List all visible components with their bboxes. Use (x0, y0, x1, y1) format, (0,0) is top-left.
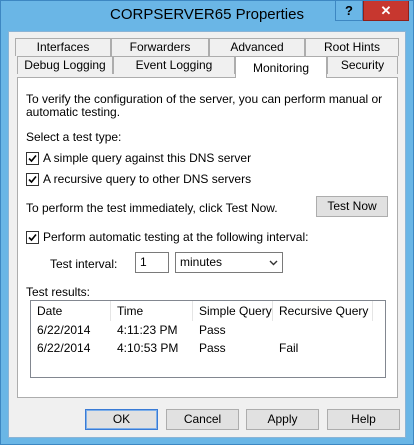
test-results-list[interactable]: Date Time Simple Query Recursive Query 6… (30, 300, 386, 378)
intro-text-line2: automatic testing. (26, 105, 121, 119)
close-button[interactable]: ✕ (363, 1, 409, 21)
intro-text-line1: To verify the configuration of the serve… (26, 92, 383, 106)
cell-recursive-query: Fail (279, 341, 299, 355)
cancel-button[interactable]: Cancel (166, 409, 239, 430)
cell-time: 4:11:23 PM (117, 323, 178, 337)
recursive-query-checkbox[interactable] (26, 173, 39, 186)
test-interval-input[interactable]: 1 (135, 252, 169, 273)
help-button[interactable]: Help (327, 409, 400, 430)
chevron-down-icon (269, 260, 278, 266)
help-title-button[interactable]: ? (335, 1, 363, 21)
recursive-query-label[interactable]: A recursive query to other DNS servers (43, 172, 251, 186)
checkmark-icon (28, 175, 37, 184)
column-header-time[interactable]: Time (111, 301, 193, 321)
simple-query-checkbox[interactable] (26, 152, 39, 165)
apply-button[interactable]: Apply (246, 409, 319, 430)
column-header-date[interactable]: Date (31, 301, 111, 321)
test-interval-label: Test interval: (50, 257, 118, 271)
cell-simple-query: Pass (199, 341, 226, 355)
column-header-simple-query[interactable]: Simple Query (193, 301, 273, 321)
tab-event-logging[interactable]: Event Logging (113, 56, 235, 74)
checkmark-icon (28, 154, 37, 163)
auto-test-checkbox[interactable] (26, 231, 39, 244)
cell-date: 6/22/2014 (37, 323, 91, 337)
table-row[interactable]: 6/22/2014 4:10:53 PM Pass Fail (31, 339, 385, 357)
interval-unit-select[interactable]: minutes (175, 252, 283, 273)
title-bar[interactable]: CORPSERVER65 Properties ? ✕ (1, 1, 413, 31)
test-results-label: Test results: (26, 285, 91, 299)
simple-query-label[interactable]: A simple query against this DNS server (43, 151, 251, 165)
ok-button[interactable]: OK (85, 409, 158, 430)
interval-unit-value: minutes (180, 255, 223, 269)
tab-advanced[interactable]: Advanced (209, 38, 305, 56)
cell-simple-query: Pass (199, 323, 226, 337)
column-header-recursive-query[interactable]: Recursive Query (273, 301, 373, 321)
checkmark-icon (28, 233, 37, 242)
test-now-hint: To perform the test immediately, click T… (26, 201, 278, 215)
select-type-label: Select a test type: (26, 130, 122, 144)
tab-security[interactable]: Security (327, 56, 398, 74)
tab-interfaces[interactable]: Interfaces (15, 38, 111, 56)
properties-dialog: CORPSERVER65 Properties ? ✕ Interfaces F… (0, 0, 414, 445)
cell-date: 6/22/2014 (37, 341, 91, 355)
cell-time: 4:10:53 PM (117, 341, 179, 355)
test-now-button[interactable]: Test Now (316, 196, 388, 217)
tab-root-hints[interactable]: Root Hints (305, 38, 399, 56)
tab-monitoring[interactable]: Monitoring (235, 56, 327, 78)
tab-forwarders[interactable]: Forwarders (111, 38, 209, 56)
tab-debug-logging[interactable]: Debug Logging (17, 56, 113, 74)
table-row[interactable]: 6/22/2014 4:11:23 PM Pass (31, 321, 385, 339)
dialog-body: Interfaces Forwarders Advanced Root Hint… (8, 31, 406, 438)
auto-test-label[interactable]: Perform automatic testing at the followi… (43, 230, 308, 244)
